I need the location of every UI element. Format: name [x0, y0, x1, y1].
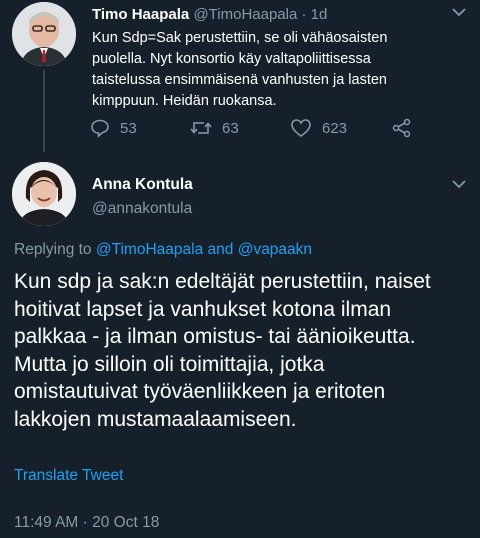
text-line: Kun Sdp=Sak perustettiin, se oli vähäosa… [92, 30, 388, 46]
main-tweet-text: Kun sdp ja sak:n edeltäjät perustettiin,… [14, 268, 474, 433]
text-line: lakkojen mustamaalaamiseen. [14, 407, 297, 431]
avatar[interactable] [12, 2, 76, 66]
author-handle[interactable]: @TimoHaapala [193, 6, 297, 23]
reply-count: 53 [120, 119, 137, 137]
text-line: puolella. Nyt konsortio käy valtapoliitt… [92, 51, 371, 67]
separator: · [301, 6, 307, 23]
parent-tweet-text: Kun Sdp=Sak perustettiin, se oli vähäosa… [92, 28, 472, 112]
mention-link[interactable]: @vapaakn [238, 241, 312, 258]
like-count: 623 [322, 119, 348, 137]
author-name[interactable]: Anna Kontula [92, 176, 193, 194]
tweet-time[interactable]: 1d [311, 6, 328, 23]
text-line: hoitivat lapset ja vanhukset kotona ilma… [14, 297, 392, 321]
chevron-down-icon[interactable] [452, 4, 466, 20]
author-name[interactable]: Timo Haapala [92, 6, 189, 23]
heart-icon [291, 119, 311, 137]
like-button[interactable]: 623 [290, 118, 347, 138]
share-icon [392, 118, 411, 138]
text-line: kimppuun. Heidän ruokansa. [92, 93, 277, 109]
text-line: Mutta jo silloin oli toimittajia, jotka [14, 352, 325, 376]
chevron-down-icon[interactable] [452, 176, 466, 192]
text-line: Kun sdp ja sak:n edeltäjät perustettiin,… [14, 270, 431, 293]
replying-prefix: Replying to [14, 241, 92, 258]
retweet-button[interactable]: 63 [190, 118, 239, 138]
share-button[interactable] [392, 118, 412, 138]
replying-to: Replying to @TimoHaapala and @vapaakn [14, 241, 312, 259]
avatar-image [12, 2, 76, 66]
text-line: omistautuivat työväenliikkeen ja eritote… [14, 380, 386, 403]
reply-icon [91, 119, 109, 138]
avatar-image [12, 162, 76, 226]
translate-tweet-link[interactable]: Translate Tweet [14, 467, 123, 485]
avatar[interactable] [12, 162, 76, 226]
replying-and[interactable]: and [208, 241, 234, 258]
text-line: palkkaa - ja ilman omistus- tai äänioike… [14, 325, 416, 348]
reply-button[interactable]: 53 [90, 118, 137, 138]
parent-tweet-header: Timo Haapala @TimoHaapala · 1d [92, 6, 327, 23]
tweet-timestamp[interactable]: 11:49 AM · 20 Oct 18 [14, 514, 159, 532]
author-handle[interactable]: @annakontula [92, 200, 192, 218]
retweet-count: 63 [222, 119, 239, 137]
text-line: taistelussa ensimmäisenä vanhusten ja la… [92, 72, 387, 88]
mention-link[interactable]: @TimoHaapala [96, 241, 203, 258]
retweet-icon [190, 122, 212, 134]
thread-connector [43, 70, 45, 152]
